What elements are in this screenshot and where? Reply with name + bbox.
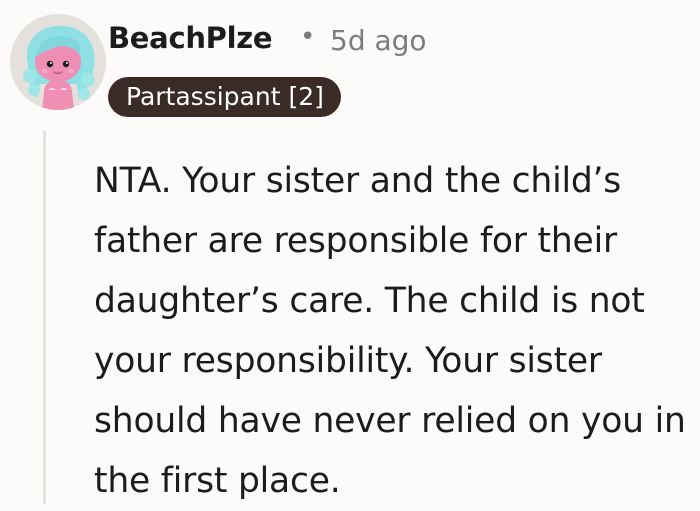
comment-timestamp[interactable]: 5d ago	[330, 24, 427, 57]
avatar[interactable]	[10, 14, 106, 110]
user-flair-badge: Partassipant [2]	[108, 77, 341, 117]
comment-author-link[interactable]: BeachPlze	[108, 21, 273, 55]
meta-separator-dot: •	[300, 22, 316, 52]
snoo-avatar-icon	[23, 25, 95, 110]
comment-body: NTA. Your sister and the child’s father …	[94, 161, 686, 501]
comment: BeachPlze • 5d ago Partassipant [2] NTA.…	[0, 0, 700, 504]
thread-collapse-line[interactable]	[43, 131, 46, 504]
